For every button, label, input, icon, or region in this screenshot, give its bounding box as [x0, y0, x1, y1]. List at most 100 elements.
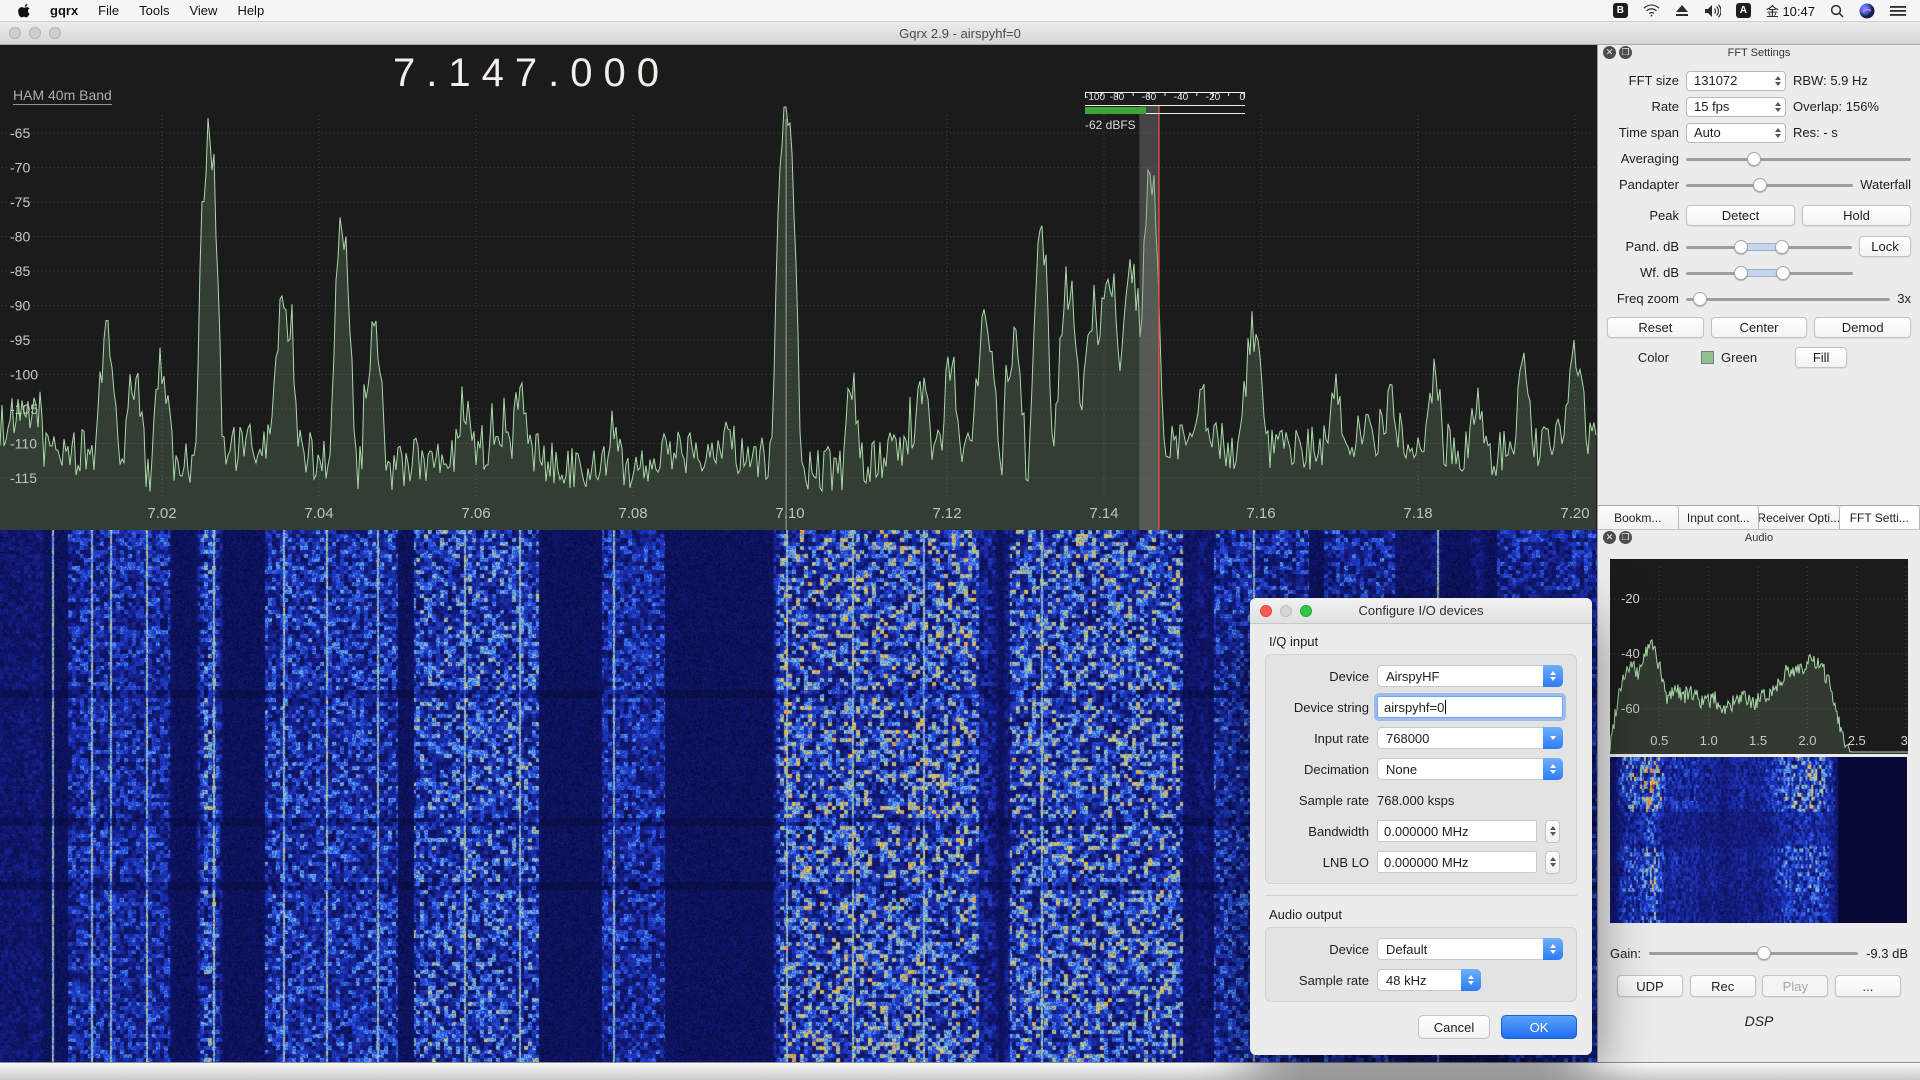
volume-icon[interactable] [1704, 4, 1721, 18]
dialog-separator [1265, 895, 1577, 896]
tab-input-controls[interactable]: Input cont... [1679, 506, 1760, 529]
meter-bar [1085, 107, 1146, 114]
menu-app-name[interactable]: gqrx [40, 3, 88, 18]
dialog-minimize-button[interactable] [1280, 605, 1292, 617]
rate-select[interactable]: 15 fps [1686, 97, 1786, 117]
averaging-slider[interactable] [1686, 151, 1911, 167]
peak-detect-button[interactable]: Detect [1686, 205, 1795, 226]
b-app-status-icon[interactable]: B [1613, 3, 1628, 18]
center-button[interactable]: Center [1711, 317, 1808, 338]
pandapter-spectrum[interactable]: -65-70-75-80-85-90-95-100-105-110-1157.0… [0, 45, 1597, 530]
lnb-lo-label: LNB LO [1277, 855, 1369, 870]
device-label: Device [1277, 669, 1369, 684]
siri-icon[interactable] [1859, 3, 1875, 19]
averaging-label: Averaging [1607, 151, 1679, 166]
ok-button[interactable]: OK [1501, 1015, 1577, 1039]
bandwidth-stepper[interactable] [1545, 820, 1560, 843]
audio-rate-label: Sample rate [1277, 973, 1369, 988]
audio-panel-title-bar[interactable]: ✕ ❐ Audio [1598, 530, 1920, 546]
play-button[interactable]: Play [1762, 975, 1828, 997]
audio-rate-select[interactable]: 48 kHz [1377, 969, 1481, 991]
pandapter-db-range-slider[interactable] [1686, 239, 1852, 255]
dsp-label: DSP [1598, 1013, 1920, 1029]
wifi-icon[interactable] [1643, 4, 1660, 17]
tab-fft-settings[interactable]: FFT Setti... [1840, 506, 1920, 529]
pandapter-waterfall-split-slider[interactable] [1686, 177, 1853, 193]
decimation-select[interactable]: None [1377, 758, 1563, 780]
apple-menu-icon[interactable] [10, 3, 40, 19]
bandwidth-label: Bandwidth [1277, 824, 1369, 839]
input-source-icon[interactable]: A [1736, 3, 1751, 18]
spectrum-plot[interactable]: -65-70-75-80-85-90-95-100-105-110-1157.0… [0, 45, 1597, 530]
dock-tab-bar: Bookm... Input cont... Receiver Opti... … [1598, 505, 1920, 529]
dialog-title-bar[interactable]: Configure I/O devices [1250, 598, 1592, 624]
device-string-input[interactable]: airspyhf=0 [1377, 696, 1563, 718]
audio-options-button[interactable]: ... [1835, 975, 1901, 997]
input-rate-select[interactable]: 768000 [1377, 727, 1563, 749]
fft-size-select[interactable]: 131072 [1686, 71, 1786, 91]
svg-text:-95: -95 [10, 332, 30, 348]
audio-waterfall[interactable] [1610, 757, 1907, 923]
menu-view[interactable]: View [179, 3, 227, 18]
audio-panel-title: Audio [1745, 532, 1773, 544]
menu-clock[interactable]: 金 10:47 [1766, 1, 1815, 20]
meter-reading: -62 dBFS [1085, 118, 1245, 132]
dialog-zoom-button[interactable] [1300, 605, 1312, 617]
svg-text:-90: -90 [10, 298, 30, 314]
zoom-window-button[interactable] [49, 27, 61, 39]
minimize-window-button[interactable] [29, 27, 41, 39]
time-span-select[interactable]: Auto [1686, 123, 1786, 143]
cancel-button[interactable]: Cancel [1418, 1015, 1490, 1039]
svg-text:-80: -80 [10, 229, 30, 245]
menu-help[interactable]: Help [227, 3, 274, 18]
demod-button[interactable]: Demod [1814, 317, 1911, 338]
fft-panel-title-bar[interactable]: ✕ ❐ FFT Settings [1598, 45, 1920, 61]
svg-text:-100: -100 [10, 367, 38, 383]
menu-tools[interactable]: Tools [129, 3, 179, 18]
iq-input-group-label: I/Q input [1269, 634, 1577, 649]
text-caret [1445, 700, 1446, 714]
fill-button[interactable]: Fill [1795, 347, 1847, 368]
fft-panel-float-icon[interactable]: ❐ [1619, 46, 1632, 59]
svg-text:-70: -70 [10, 160, 30, 176]
iq-device-select[interactable]: AirspyHF [1377, 665, 1563, 687]
freq-zoom-label: Freq zoom [1607, 291, 1679, 306]
fft-panel-close-icon[interactable]: ✕ [1603, 46, 1616, 59]
lnb-lo-input[interactable]: 0.000000 MHz [1377, 851, 1537, 873]
frequency-display[interactable]: 7.147.000 [240, 51, 670, 96]
close-window-button[interactable] [9, 27, 21, 39]
lnb-lo-stepper[interactable] [1545, 851, 1560, 874]
udp-button[interactable]: UDP [1617, 975, 1683, 997]
sample-rate-label: Sample rate [1277, 793, 1369, 808]
eject-icon[interactable] [1675, 4, 1689, 17]
reset-button[interactable]: Reset [1607, 317, 1704, 338]
fft-color-swatch[interactable] [1701, 351, 1714, 364]
waterfall-db-range-slider[interactable] [1686, 265, 1853, 281]
audio-panel: ✕ ❐ Audio -20-40-600.51.01.52.02.53. Gai… [1598, 530, 1920, 1062]
res-info: Res: - s [1793, 125, 1838, 140]
tab-bookmarks[interactable]: Bookm... [1598, 506, 1679, 529]
input-rate-label: Input rate [1277, 731, 1369, 746]
notification-center-icon[interactable] [1890, 5, 1906, 17]
spotlight-icon[interactable] [1830, 4, 1844, 18]
freq-zoom-slider[interactable] [1686, 291, 1890, 307]
audio-gain-slider[interactable] [1649, 945, 1858, 961]
audio-panel-float-icon[interactable]: ❐ [1619, 531, 1632, 544]
menu-file[interactable]: File [88, 3, 129, 18]
sample-rate-value: 768.000 ksps [1377, 793, 1454, 808]
audio-device-select[interactable]: Default [1377, 938, 1563, 960]
audio-panel-close-icon[interactable]: ✕ [1603, 531, 1616, 544]
svg-text:-65: -65 [10, 125, 30, 141]
peak-hold-button[interactable]: Hold [1802, 205, 1911, 226]
tab-receiver-options[interactable]: Receiver Opti... [1759, 506, 1840, 529]
rec-button[interactable]: Rec [1690, 975, 1756, 997]
window-title-bar[interactable]: Gqrx 2.9 - airspyhf=0 [0, 22, 1920, 45]
bandwidth-input[interactable]: 0.000000 MHz [1377, 820, 1537, 842]
menu-bar: gqrx File Tools View Help B A 金 10:47 [0, 0, 1920, 22]
lock-button[interactable]: Lock [1859, 236, 1911, 257]
iq-input-group: Device AirspyHF Device string airspyhf=0… [1265, 654, 1577, 884]
color-label: Color [1607, 350, 1669, 365]
svg-text:-75: -75 [10, 194, 30, 210]
dialog-close-button[interactable] [1260, 605, 1272, 617]
audio-spectrum[interactable]: -20-40-600.51.01.52.02.53. [1610, 559, 1908, 754]
